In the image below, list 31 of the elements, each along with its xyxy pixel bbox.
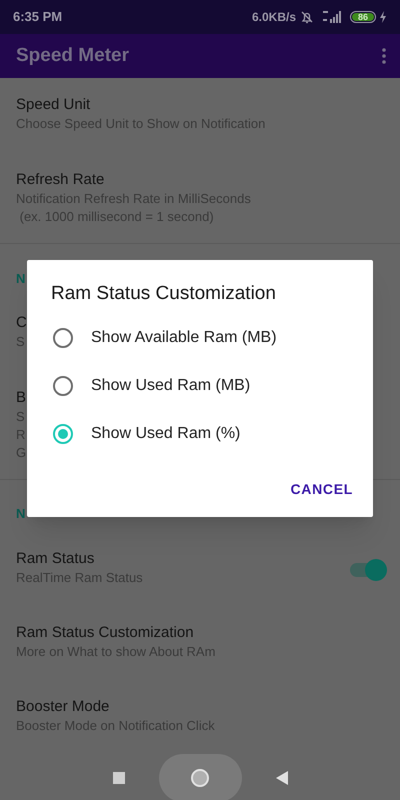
setting-title: Ram Status Customization: [16, 623, 194, 643]
section-header: N: [16, 505, 26, 523]
status-time: 6:35 PM: [13, 8, 62, 26]
bell-off-icon: [300, 10, 314, 24]
option-label: Show Available Ram (MB): [91, 328, 277, 348]
radio-button[interactable]: [53, 424, 73, 444]
setting-title: C: [16, 313, 27, 333]
option-label: Show Used Ram (MB): [91, 376, 250, 396]
dialog-title: Ram Status Customization: [50, 282, 277, 306]
radio-button[interactable]: [53, 376, 73, 396]
recents-button[interactable]: [112, 772, 124, 784]
setting-title: Refresh Rate: [16, 170, 104, 190]
cancel-button[interactable]: CANCEL: [282, 472, 361, 506]
home-button[interactable]: [158, 754, 242, 800]
section-header: N: [16, 270, 26, 288]
charging-icon: [379, 11, 387, 23]
battery-indicator: 86: [350, 11, 376, 23]
setting-title: Speed Unit: [16, 95, 90, 115]
setting-title: Booster Mode: [16, 697, 110, 717]
setting-title: Ram Status: [16, 549, 94, 569]
option-label: Show Used Ram (%): [91, 424, 240, 444]
signal-icon: [322, 10, 342, 24]
radio-button[interactable]: [53, 328, 73, 348]
more-options-icon: [382, 48, 386, 64]
setting-title: B: [16, 388, 26, 408]
radio-option[interactable]: Show Used Ram (MB): [27, 362, 373, 410]
back-button[interactable]: [276, 771, 288, 785]
network-speed: 6.0KB/s: [252, 9, 296, 26]
radio-option[interactable]: Show Available Ram (MB): [27, 314, 373, 362]
radio-option[interactable]: Show Used Ram (%): [27, 410, 373, 458]
app-title: Speed Meter: [16, 44, 130, 68]
